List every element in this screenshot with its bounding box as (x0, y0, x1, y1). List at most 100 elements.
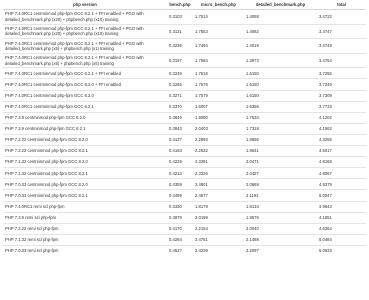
table-row: PHP 7.4.0RC1 centminmod php-fpm GCC 8.2.… (3, 100, 366, 113)
cell-php-version: PHP 7.4.0RC1 centminmod php-fpm GCC 8.2.… (3, 52, 167, 68)
cell-php-version: PHP 7.4.0RC1 centminmod php-fpm GCC 8.2.… (3, 78, 167, 91)
table-row: PHP 7.4.0RC1 centminmod php-fpm GCC 8.2.… (3, 89, 366, 102)
table-row: PHP 7.2.22 remi scl php-fpm 0.4170 2.215… (3, 222, 366, 235)
table-row: PHP 7.0.33 centminmod php-fpm GCC 8.2.0 … (3, 178, 366, 190)
header-total: total (317, 0, 366, 10)
cell-bench: 0.4499 (167, 189, 193, 201)
cell-php-version: PHP 7.3.9 centminmod php-fpm GCC 8.2.0 (3, 111, 167, 124)
cell-micro-bench: 2.4751 (193, 233, 244, 246)
cell-total: 4.9379 (317, 178, 366, 190)
cell-detailed-benchmark: 2.0040 (244, 222, 317, 235)
cell-detailed-benchmark: 1.6150 (244, 67, 317, 79)
cell-detailed-benchmark: 1.6150 (244, 89, 317, 102)
cell-php-version: PHP 7.0.33 remi scl php-fpm (3, 244, 167, 256)
table-row: PHP 7.4.0RC1 centminmod php-fpm GCC 8.2.… (3, 23, 366, 39)
cell-micro-bench: 2.0403 (193, 122, 244, 135)
cell-total: 3.7309 (317, 89, 366, 102)
cell-bench: 0.3330 (167, 200, 193, 213)
cell-bench: 0.3197 (167, 52, 193, 68)
cell-micro-bench: 1.7579 (193, 89, 244, 102)
table-row: PHP 7.1.32 centminmod php-fpm GCC 8.2.1 … (3, 167, 366, 179)
cell-bench: 0.3843 (167, 122, 193, 135)
cell-php-version: PHP 7.2.22 centminmod php-fpm GCC 8.2.0 (3, 133, 167, 146)
cell-detailed-benchmark: 2.1488 (244, 233, 317, 246)
cell-micro-bench: 2.4677 (193, 189, 244, 201)
cell-detailed-benchmark: 1.8856 (244, 133, 317, 146)
cell-detailed-benchmark: 1.8641 (244, 145, 317, 157)
cell-php-version: PHP 7.4.0RC1 centminmod php-fpm GCC 8.2.… (3, 9, 167, 25)
cell-bench: 0.3370 (167, 100, 193, 113)
cell-micro-bench: 1.7584 (193, 52, 244, 68)
cell-php-version: PHP 7.4.0RC1 centminmod php-fpm GCC 8.2.… (3, 100, 167, 113)
cell-detailed-benchmark: 1.6150 (244, 78, 317, 91)
cell-detailed-benchmark: 1.4058 (244, 9, 317, 25)
table-row: PHP 7.3.9 centminmod php-fpm GCC 8.2.1 0… (3, 122, 366, 135)
table-row: PHP 7.4.0RC1 centminmod php-fpm GCC 8.2.… (3, 67, 366, 79)
cell-detailed-benchmark: 2.0669 (244, 178, 317, 190)
cell-micro-bench: 1.7516 (193, 67, 244, 79)
table-row: PHP 7.1.32 centminmod php-fpm GCC 8.2.0 … (3, 156, 366, 168)
cell-detailed-benchmark: 1.6356 (244, 100, 317, 113)
cell-php-version: PHP 7.4.0RC1 remi scl php-fpm (3, 200, 167, 213)
table-row: PHP 7.0.33 remi scl php-fpm 0.4527 2.423… (3, 244, 366, 256)
cell-bench: 0.4225 (167, 156, 193, 168)
cell-detailed-benchmark: 1.4062 (244, 23, 317, 39)
cell-php-version: PHP 7.4.0RC1 centminmod php-fpm GCC 8.2.… (3, 67, 167, 79)
cell-micro-bench: 1.6007 (193, 100, 244, 113)
cell-micro-bench: 2.3326 (193, 167, 244, 179)
cell-micro-bench: 1.9080 (193, 111, 244, 124)
cell-micro-bench: 2.4239 (193, 244, 244, 256)
cell-total: 5.0484 (317, 233, 366, 246)
cell-php-version: PHP 7.0.33 centminmod php-fpm GCC 8.2.1 (3, 189, 167, 201)
benchmark-table: php version bench.php micro_bench.php de… (3, 0, 366, 256)
cell-bench: 0.4359 (167, 178, 193, 190)
cell-total: 4.3255 (317, 133, 366, 146)
table-row: PHP 7.3.9 remi scl php-fpm 0.3879 2.0199… (3, 211, 366, 224)
cell-detailed-benchmark: 1.3973 (244, 52, 317, 68)
cell-micro-bench: 1.8179 (193, 200, 244, 213)
header-bench: bench.php (167, 0, 193, 10)
table-row: PHP 7.4.0RC1 remi scl php-fpm 0.3330 1.8… (3, 200, 366, 213)
cell-php-version: PHP 7.4.0RC1 centminmod php-fpm GCC 8.2.… (3, 89, 167, 102)
cell-total: 4.1202 (317, 111, 366, 124)
header-detailed-benchmark: detailed_benchmark.php (244, 0, 317, 10)
cell-total: 4.8067 (317, 167, 366, 179)
cell-total: 3.4747 (317, 23, 366, 39)
cell-bench: 0.3265 (167, 78, 193, 91)
cell-micro-bench: 1.7514 (193, 9, 244, 25)
cell-detailed-benchmark: 2.0427 (244, 167, 317, 179)
cell-micro-bench: 2.2154 (193, 222, 244, 235)
table-row: PHP 7.0.33 centminmod php-fpm GCC 8.2.1 … (3, 189, 366, 201)
cell-total: 4.1562 (317, 122, 366, 135)
cell-detailed-benchmark: 2.0471 (244, 156, 317, 168)
cell-total: 4.5017 (317, 145, 366, 157)
cell-bench: 0.3131 (167, 23, 193, 39)
cell-php-version: PHP 7.3.9 remi scl php-fpm (3, 211, 167, 224)
cell-total: 3.7249 (317, 78, 366, 91)
header-row: php version bench.php micro_bench.php de… (3, 0, 366, 10)
table-row: PHP 7.2.22 centminmod php-fpm GCC 8.2.1 … (3, 145, 366, 157)
cell-detailed-benchmark: 1.4019 (244, 38, 317, 54)
cell-total: 5.0047 (317, 189, 366, 201)
cell-total: 4.8168 (317, 156, 366, 168)
cell-micro-bench: 2.2632 (193, 145, 244, 157)
cell-php-version: PHP 7.1.32 centminmod php-fpm GCC 8.2.1 (3, 167, 167, 179)
cell-total: 3.4749 (317, 38, 366, 54)
cell-total: 5.0833 (317, 244, 366, 256)
cell-detailed-benchmark: 2.2097 (244, 244, 317, 256)
table-row: PHP 7.4.0RC1 centminmod php-fpm GCC 8.2.… (3, 9, 366, 25)
cell-micro-bench: 2.3391 (193, 156, 244, 168)
cell-micro-bench: 1.7576 (193, 78, 244, 91)
cell-bench: 0.3236 (167, 38, 193, 54)
cell-bench: 0.4163 (167, 145, 193, 157)
cell-detailed-benchmark: 1.7318 (244, 122, 317, 135)
cell-bench: 0.3271 (167, 89, 193, 102)
cell-micro-bench: 2.2893 (193, 133, 244, 146)
table-row: PHP 7.4.0RC1 centminmod php-fpm GCC 8.2.… (3, 52, 366, 68)
cell-detailed-benchmark: 1.8576 (244, 211, 317, 224)
cell-php-version: PHP 7.3.9 centminmod php-fpm GCC 8.2.1 (3, 122, 167, 135)
cell-detailed-benchmark: 1.7534 (244, 111, 317, 124)
table-row: PHP 7.4.0RC1 centminmod php-fpm GCC 8.2.… (3, 78, 366, 91)
table-row: PHP 7.1.32 remi scl php-fpm 0.4284 2.475… (3, 233, 366, 246)
header-micro-bench: micro_bench.php (193, 0, 244, 10)
